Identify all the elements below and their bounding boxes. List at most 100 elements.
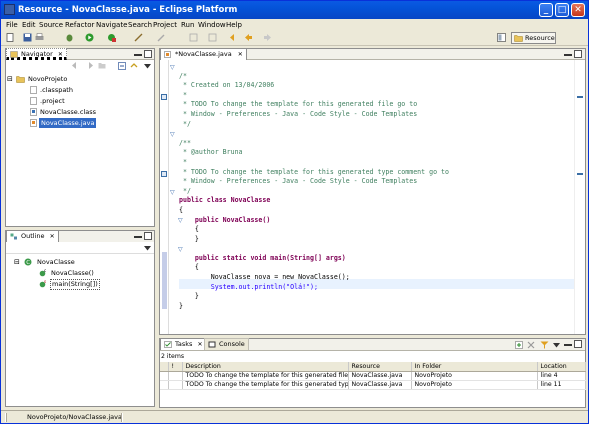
- overview-ruler[interactable]: [574, 60, 585, 334]
- forward-arrow-icon[interactable]: [85, 62, 93, 69]
- menu-project[interactable]: Project: [153, 19, 177, 31]
- filter-icon[interactable]: [540, 341, 549, 349]
- menu-window[interactable]: Window: [198, 19, 226, 31]
- main-toolbar: Resource: [1, 31, 588, 46]
- run-icon[interactable]: [85, 33, 94, 42]
- menu-edit[interactable]: Edit: [22, 19, 36, 31]
- class-file-icon: [30, 108, 37, 116]
- outline-item-constructor[interactable]: NovaClasse(): [51, 269, 94, 277]
- menu-refactor[interactable]: Refactor: [65, 19, 94, 31]
- tab-outline[interactable]: Outline ✕: [6, 230, 59, 242]
- column-header-location[interactable]: Location: [537, 362, 586, 372]
- file-icon: [30, 97, 37, 105]
- task-marker-icon[interactable]: [161, 94, 167, 100]
- debug-icon[interactable]: [65, 33, 74, 42]
- menu-navigate[interactable]: Navigate: [96, 19, 127, 31]
- tree-item-novaclasse-class[interactable]: NovaClasse.class: [40, 108, 96, 116]
- menu-source[interactable]: Source: [39, 19, 63, 31]
- tasks-icon: [164, 341, 172, 348]
- print-icon[interactable]: [35, 33, 44, 42]
- minimize-view-icon[interactable]: [134, 236, 142, 238]
- tree-item-novaclasse-java[interactable]: NovaClasse.java: [39, 118, 97, 128]
- close-button[interactable]: ✕: [571, 3, 585, 17]
- task-resource: NovaClasse.java: [348, 371, 412, 381]
- maximize-view-icon[interactable]: [144, 50, 152, 58]
- menu-file[interactable]: File: [6, 19, 18, 31]
- forward-icon[interactable]: [263, 33, 272, 42]
- outline-item-novaclasse[interactable]: NovaClasse: [37, 258, 75, 266]
- external-tools-icon[interactable]: [107, 33, 116, 42]
- navigator-tree: ⊟ NovoProjeto .classpath .project NovaCl…: [6, 72, 154, 222]
- svg-text:s: s: [44, 280, 46, 284]
- close-tab-icon[interactable]: ✕: [58, 51, 63, 58]
- fold-toggle-icon[interactable]: ▽: [170, 131, 175, 138]
- up-folder-icon[interactable]: [98, 62, 106, 69]
- code-line-23: System.out.println("Olá!");: [179, 282, 318, 291]
- tab-console[interactable]: Console: [204, 338, 249, 350]
- menu-run[interactable]: Run: [181, 19, 194, 31]
- menu-search[interactable]: Search: [128, 19, 152, 31]
- code-area[interactable]: /* * Created on 13/04/2006 * * TODO To c…: [179, 62, 574, 332]
- column-header-description[interactable]: Description: [182, 362, 349, 372]
- close-tab-icon[interactable]: ✕: [238, 51, 243, 58]
- column-header-folder[interactable]: In Folder: [411, 362, 538, 372]
- maximize-button[interactable]: □: [555, 3, 569, 17]
- column-header-done[interactable]: [160, 362, 169, 372]
- code-line-13: */: [179, 186, 191, 195]
- eclipse-app-icon: [4, 4, 15, 15]
- view-menu-icon[interactable]: [144, 64, 151, 69]
- tab-tasks[interactable]: Tasks ✕: [160, 338, 207, 350]
- column-header-priority[interactable]: !: [168, 362, 183, 372]
- tree-collapse-toggle[interactable]: ⊟: [7, 75, 13, 83]
- minimize-view-icon[interactable]: [134, 54, 142, 56]
- tab-novaclasse-java[interactable]: *NovaClasse.java ✕: [160, 48, 247, 60]
- collapse-all-icon[interactable]: [118, 62, 126, 70]
- next-annotation-icon[interactable]: [189, 33, 198, 42]
- close-tab-icon[interactable]: ✕: [50, 233, 55, 240]
- back-arrow-icon[interactable]: [72, 62, 80, 69]
- close-tab-icon[interactable]: ✕: [198, 341, 203, 348]
- editor-tab-row: *NovaClasse.java ✕: [160, 48, 585, 60]
- code-line-16: public NovaClasse(): [179, 215, 271, 224]
- tree-item-classpath[interactable]: .classpath: [40, 86, 73, 94]
- new-file-icon[interactable]: [6, 33, 15, 42]
- view-menu-icon[interactable]: [553, 343, 560, 348]
- task-marker-icon[interactable]: [161, 171, 167, 177]
- previous-annotation-icon[interactable]: [208, 33, 217, 42]
- minimize-view-icon[interactable]: [564, 54, 572, 56]
- edit-icon[interactable]: [157, 33, 166, 42]
- view-menu-icon[interactable]: [144, 246, 151, 251]
- save-icon[interactable]: [23, 33, 32, 42]
- last-edit-location-icon[interactable]: [229, 33, 238, 42]
- tree-item-project[interactable]: .project: [40, 97, 65, 105]
- tasks-tab-row: Tasks ✕ Console: [160, 338, 585, 351]
- maximize-view-icon[interactable]: [144, 232, 152, 240]
- overview-task-mark[interactable]: [577, 96, 583, 98]
- tree-collapse-toggle[interactable]: ⊟: [14, 258, 20, 266]
- tree-item-novoprojeto[interactable]: NovoProjeto: [28, 75, 67, 83]
- minimize-button[interactable]: _: [539, 3, 553, 17]
- add-task-icon[interactable]: [515, 341, 523, 349]
- table-row[interactable]: TODO To change the template for this gen…: [160, 380, 586, 390]
- tab-navigator[interactable]: Navigator ✕: [6, 48, 67, 60]
- navigator-view: Navigator ✕ ⊟ NovoProjeto .classpath .pr…: [5, 48, 155, 227]
- resource-perspective-button[interactable]: Resource: [511, 32, 556, 44]
- outline-toolbar: [6, 242, 154, 254]
- fold-toggle-icon[interactable]: ▽: [170, 189, 175, 196]
- open-type-icon[interactable]: [134, 33, 143, 42]
- overview-task-mark[interactable]: [577, 173, 583, 175]
- link-with-editor-icon[interactable]: [130, 62, 138, 70]
- maximize-view-icon[interactable]: [574, 50, 582, 58]
- menu-help[interactable]: Help: [226, 19, 242, 31]
- delete-icon[interactable]: [527, 341, 535, 349]
- outline-item-main[interactable]: main(String[]): [50, 279, 100, 290]
- method-icon: s: [39, 280, 46, 288]
- svg-text:C: C: [26, 260, 30, 266]
- minimize-view-icon[interactable]: [564, 344, 572, 346]
- table-row[interactable]: TODO To change the template for this gen…: [160, 371, 586, 381]
- back-icon[interactable]: [244, 33, 253, 42]
- column-header-resource[interactable]: Resource: [348, 362, 412, 372]
- fold-toggle-icon[interactable]: ▽: [170, 64, 175, 71]
- maximize-view-icon[interactable]: [574, 340, 582, 348]
- open-perspective-icon[interactable]: [497, 33, 506, 42]
